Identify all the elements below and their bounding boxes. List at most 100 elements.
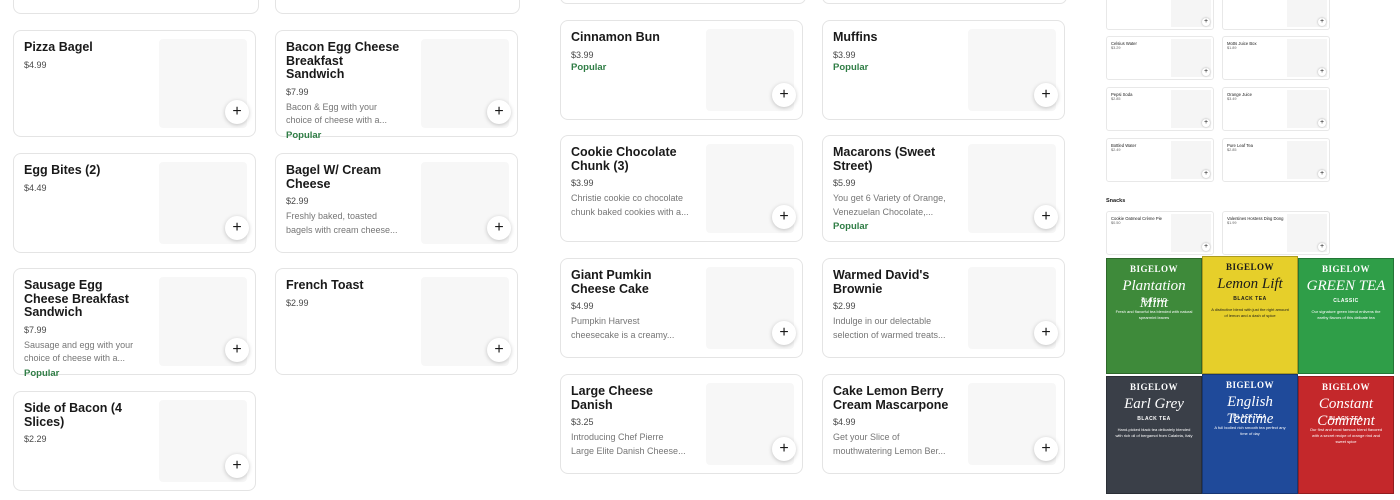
menu-item-card[interactable]: French Toast $2.99 + [275,268,518,375]
menu-item-card[interactable]: Egg Bites (2) $4.49 + [13,153,256,253]
mini-add-button[interactable]: + [1202,68,1210,76]
mini-menu-card[interactable]: Motts Juice Box $1.89 + [1222,36,1330,80]
add-to-cart-button[interactable]: + [772,83,796,107]
menu-item-card[interactable]: Giant Pumkin Cheese Cake $4.99 Pumpkin Har… [560,258,803,358]
popular-badge: Popular [833,61,869,73]
menu-item-name: Bacon Egg Cheese Breakfast Sandwich [286,40,400,81]
menu-item-price: $4.99 [24,59,47,70]
mini-menu-text: Bottled Water $2.49 [1111,143,1169,153]
mini-menu-card[interactable]: Pure Leaf Tea $2.85 + [1222,138,1330,182]
mini-add-button[interactable]: + [1318,68,1326,76]
mini-menu-text: Motts Juice Box $1.89 [1227,41,1285,51]
menu-item-price: $3.99 [833,49,856,60]
tea-type: CLASSIC [1333,298,1359,304]
menu-item-description: Pumpkin Harvest cheesecake is a creamy..… [571,316,675,340]
tea-type: CLASSIC [1141,298,1167,304]
menu-item-card[interactable]: Muffins $3.99 Popular + [822,20,1065,120]
plus-icon: + [232,103,242,120]
menu-card-partial [13,0,259,14]
menu-item-card[interactable]: Side of Bacon (4 Slices) $2.29 + [13,391,256,491]
add-to-cart-button[interactable]: + [1034,205,1058,229]
tea-brand: BIGELOW [1129,264,1178,274]
menu-item-price: $4.99 [833,417,856,427]
menu-card-partial [560,0,806,4]
menu-item-name: Cake Lemon Berry Cream Mascarpone [833,384,949,412]
add-to-cart-button[interactable]: + [772,437,796,461]
tea-box: BIGELOW Plantation Mint CLASSIC Fresh and f… [1106,258,1202,374]
add-to-cart-button[interactable]: + [1034,83,1058,107]
mini-add-button[interactable]: + [1202,170,1210,178]
menu-item-card[interactable]: Pizza Bagel $4.99 + [13,30,256,137]
menu-item-description: Sausage and egg with your choice of chee… [24,339,134,364]
menu-card-partial [275,0,520,14]
plus-icon: + [1041,86,1051,103]
menu-item-card[interactable]: Warmed David's Brownie $2.99 Indulge in ou… [822,258,1065,358]
mini-menu-card[interactable]: + [1222,0,1330,30]
menu-item-name: Cinnamon Bun [571,30,660,44]
menu-item-text: Warmed David's Brownie $2.99 Indulge in ou… [833,268,951,342]
add-to-cart-button[interactable]: + [1034,321,1058,345]
add-to-cart-button[interactable]: + [225,100,249,124]
menu-item-card[interactable]: Cookie Chocolate Chunk (3) $3.99 Christie … [560,135,803,242]
tea-box: BIGELOW GREEN TEA CLASSIC Our signature gre… [1298,258,1394,374]
mini-menu-text: Celsius Water $3.29 [1111,41,1169,51]
popular-badge: Popular [571,61,607,73]
mini-add-button[interactable]: + [1202,243,1210,251]
menu-item-price: $3.99 [571,178,594,188]
add-to-cart-button[interactable]: + [225,454,249,478]
add-to-cart-button[interactable]: + [487,100,511,124]
plus-icon: + [494,341,504,358]
menu-item-card[interactable]: Bacon Egg Cheese Breakfast Sandwich $7.99… [275,30,518,141]
mini-menu-text: Cookie Oatmeal Crème Pie $0.50 [1111,216,1169,226]
menu-item-description: Freshly baked, toasted bagels with cream… [286,211,398,235]
mini-add-button[interactable]: + [1318,170,1326,178]
mini-add-button[interactable]: + [1202,119,1210,127]
tea-box: BIGELOW Earl Grey BLACK TEA Hand-picked bla… [1106,376,1202,494]
plus-icon: + [1319,68,1325,75]
mini-add-button[interactable]: + [1202,18,1210,26]
mini-menu-card[interactable]: Valentines Hostess Ding Dong $1.99 + [1222,211,1330,255]
add-to-cart-button[interactable]: + [487,216,511,240]
popular-badge: Popular [833,221,869,232]
add-to-cart-button[interactable]: + [487,338,511,362]
menu-item-card[interactable]: Sausage Egg Cheese Breakfast Sandwich $7.… [13,268,256,379]
menu-item-name: Cookie Chocolate Chunk (3) [571,145,677,173]
plus-icon: + [1041,324,1051,341]
add-to-cart-button[interactable]: + [772,321,796,345]
tea-promo-image[interactable]: BIGELOW Plantation Mint CLASSIC Fresh and f… [1106,256,1394,496]
mini-menu-card[interactable]: Bottled Water $2.49 + [1106,138,1214,182]
plus-icon: + [779,208,789,225]
menu-item-card[interactable]: Large Cheese Danish $3.25 Introducing Chef… [560,374,803,474]
add-to-cart-button[interactable]: + [225,338,249,362]
menu-item-card[interactable]: Bagel W/ Cream Cheese $2.99 Freshly baked,… [275,153,518,253]
mini-add-button[interactable]: + [1318,18,1326,26]
menu-item-name: Warmed David's Brownie [833,268,930,296]
mini-add-button[interactable]: + [1318,243,1326,251]
tea-name: Plantation Mint [1122,278,1186,311]
plus-icon: + [1319,170,1325,177]
tea-brand: BIGELOW [1321,382,1370,392]
menu-item-name: Pizza Bagel [24,40,93,54]
mini-add-button[interactable]: + [1318,119,1326,127]
add-to-cart-button[interactable]: + [1034,437,1058,461]
menu-item-name: Sausage Egg Cheese Breakfast Sandwich [24,278,129,319]
mini-menu-card[interactable]: Pepsi Soda $2.85 + [1106,87,1214,131]
menu-item-text: Pizza Bagel $4.99 [24,40,142,70]
menu-item-price: $4.49 [24,182,47,193]
menu-item-card[interactable]: Cake Lemon Berry Cream Mascarpone $4.99 Ge… [822,374,1065,474]
menu-item-card[interactable]: Macarons (Sweet Street) $5.99 You get 6 Va… [822,135,1065,242]
mini-menu-card[interactable]: Orange Juice $3.49 + [1222,87,1330,131]
mini-menu-card[interactable]: Cookie Oatmeal Crème Pie $0.50 + [1106,211,1214,255]
mini-menu-card[interactable]: Celsius Water $3.29 + [1106,36,1214,80]
menu-item-price: $3.99 [571,49,594,60]
add-to-cart-button[interactable]: + [225,216,249,240]
tea-brand: BIGELOW [1225,380,1274,390]
mini-menu-text: Pure Leaf Tea $2.85 [1227,143,1285,153]
tea-box: BIGELOW English Teatime BLACK TEA A full bo… [1202,374,1298,494]
mini-menu-price: $2.85 [1227,148,1237,152]
menu-item-card[interactable]: Cinnamon Bun $3.99 Popular + [560,20,803,120]
add-to-cart-button[interactable]: + [772,205,796,229]
tea-type: BLACK TEA [1137,416,1171,422]
menu-item-description: Bacon & Egg with your choice of cheese w… [286,101,388,126]
mini-menu-card[interactable]: $7.29+ [1106,0,1214,30]
